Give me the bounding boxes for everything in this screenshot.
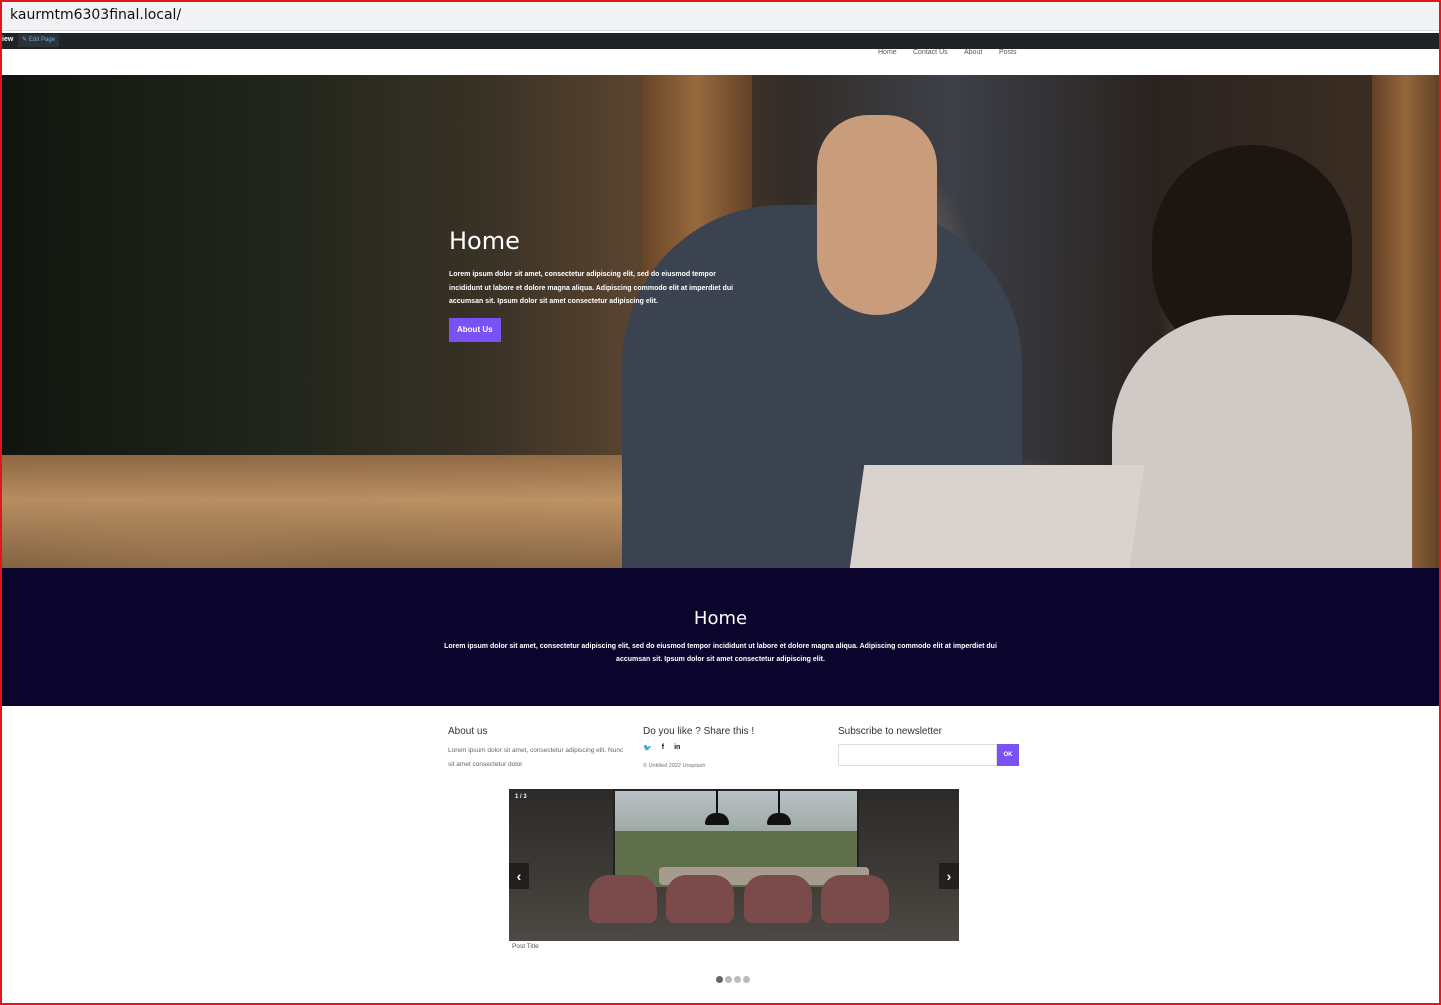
nav-item-contact-us[interactable]: Contact Us — [913, 49, 948, 56]
admin-view-link[interactable]: iew — [2, 36, 13, 43]
footer: About us Lorem ipsum dolor sit amet, con… — [448, 726, 1020, 786]
band-text: Lorem ipsum dolor sit amet, consectetur … — [444, 643, 997, 663]
slide-caption: Post Title — [512, 943, 539, 950]
nav-item-home[interactable]: Home — [878, 49, 897, 56]
main-nav: Home Contact Us About Posts — [2, 49, 1439, 75]
footer-about: About us Lorem ipsum dolor sit amet, con… — [448, 726, 628, 772]
hero-photo-man-face — [817, 115, 937, 315]
footer-about-title: About us — [448, 726, 488, 737]
slider-dot[interactable] — [716, 976, 723, 983]
nav-item-posts[interactable]: Posts — [999, 49, 1017, 56]
nav-item-about[interactable]: About — [964, 49, 982, 56]
newsletter-email-input[interactable] — [838, 744, 997, 766]
admin-bar: iew ✎ Edit Page — [2, 33, 1439, 49]
hero-photo-table — [2, 455, 622, 568]
post-slider: 1 / 3 ‹ › — [509, 789, 959, 941]
footer-share: Do you like ? Share this ! 🐦 f in © Unti… — [643, 726, 823, 769]
newsletter-form: OK — [838, 744, 1020, 766]
url-text: kaurmtm6303final.local/ — [10, 7, 182, 23]
slide-photo-chair — [589, 875, 657, 923]
slide-photo-chair — [666, 875, 735, 923]
hero-photo-woman — [1112, 315, 1412, 568]
slide-counter: 1 / 3 — [515, 794, 527, 800]
linkedin-icon[interactable]: in — [674, 744, 680, 752]
slide-photo-chairs — [589, 875, 889, 925]
admin-edit-page-link[interactable]: ✎ Edit Page — [18, 34, 60, 47]
band-title: Home — [693, 608, 748, 629]
hero-section: Home Lorem ipsum dolor sit amet, consect… — [2, 75, 1439, 568]
about-us-button[interactable]: About Us — [449, 317, 501, 342]
slider-dot[interactable] — [743, 976, 750, 983]
intro-band: Home Lorem ipsum dolor sit amet, consect… — [2, 568, 1439, 706]
hero-content: Home Lorem ipsum dolor sit amet, consect… — [449, 227, 739, 342]
footer-share-title: Do you like ? Share this ! — [643, 726, 755, 737]
twitter-icon[interactable]: 🐦 — [643, 744, 652, 752]
slide-photo-chair — [743, 875, 812, 923]
footer-newsletter: Subscribe to newsletter OK — [838, 726, 1020, 766]
hero-text: Lorem ipsum dolor sit amet, consectetur … — [449, 271, 734, 305]
newsletter-ok-button[interactable]: OK — [997, 744, 1019, 766]
slider-dot[interactable] — [734, 976, 741, 983]
slide-photo-lamp — [705, 789, 729, 827]
slider-dot[interactable] — [725, 976, 732, 983]
hero-title: Home — [449, 227, 520, 255]
browser-address-bar[interactable]: kaurmtm6303final.local/ — [2, 2, 1439, 31]
facebook-icon[interactable]: f — [662, 744, 664, 752]
footer-about-text: Lorem ipsum dolor sit amet, consectetur … — [448, 747, 624, 768]
slider-prev-button[interactable]: ‹ — [509, 863, 529, 889]
slide-photo-lamp — [767, 789, 791, 827]
social-links: 🐦 f in — [643, 744, 823, 752]
copyright-text: © Untitled 2022 Unsplash — [643, 763, 706, 769]
hero-photo-laptop — [849, 465, 1145, 568]
slide-photo-chair — [820, 875, 889, 923]
pencil-icon: ✎ — [22, 37, 28, 43]
newsletter-title: Subscribe to newsletter — [838, 726, 942, 737]
edit-page-label: Edit Page — [29, 37, 56, 43]
slider-dots — [716, 976, 750, 983]
slider-next-button[interactable]: › — [939, 863, 959, 889]
